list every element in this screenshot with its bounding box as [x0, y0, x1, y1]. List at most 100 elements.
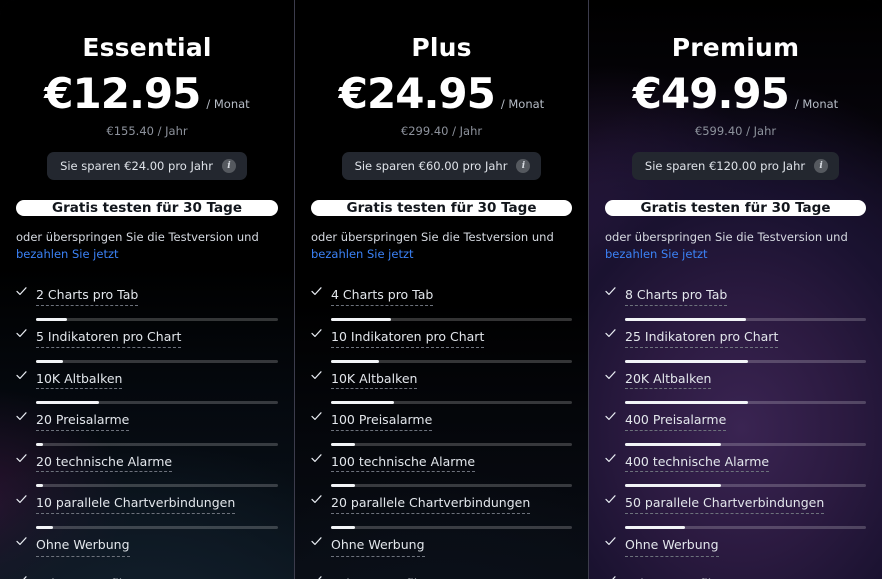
check-icon — [16, 536, 27, 552]
check-icon — [16, 453, 27, 469]
pay-now-link[interactable]: bezahlen Sie jetzt — [16, 247, 119, 261]
feature-body: Ohne Werbung — [331, 534, 572, 557]
plan-title: Plus — [411, 33, 472, 62]
plan-card-essential: Essential €12.95/ Monat €155.40 / Jahr Sie … — [0, 0, 294, 579]
check-icon — [311, 536, 322, 552]
feature-item: 100 Preisalarme — [311, 409, 572, 446]
feature-progress-track — [36, 526, 278, 530]
feature-body: Volumenprofil — [36, 573, 278, 579]
feature-list: 8 Charts pro Tab 25 Indikatoren pro Chart… — [605, 284, 866, 579]
price-row: €49.95/ Monat — [605, 73, 866, 115]
check-icon — [605, 370, 616, 386]
feature-item: 10K Altbalken — [311, 368, 572, 405]
savings-badge-wrap: Sie sparen €60.00 pro Jahr i — [311, 152, 572, 180]
skip-trial-text: oder überspringen Sie die Testversion un… — [16, 229, 278, 262]
feature-item: Volumenprofil — [311, 573, 572, 579]
savings-badge[interactable]: Sie sparen €120.00 pro Jahr i — [631, 152, 840, 180]
pay-now-link[interactable]: bezahlen Sie jetzt — [605, 247, 708, 261]
price-row: €24.95/ Monat — [311, 73, 572, 115]
feature-progress-track — [625, 526, 866, 530]
feature-body: 400 technische Alarme — [625, 451, 866, 488]
check-icon — [311, 575, 322, 579]
info-icon[interactable]: i — [516, 159, 531, 173]
feature-item: Volumenprofil — [605, 573, 866, 579]
feature-progress-fill — [36, 484, 44, 488]
feature-progress-track — [331, 317, 572, 321]
price-period: / Monat — [206, 97, 250, 111]
feature-progress-fill — [625, 484, 722, 488]
plan-card-inner: Premium €49.95/ Monat €599.40 / Jahr Sie sp… — [605, 0, 866, 579]
info-icon[interactable]: i — [814, 159, 829, 173]
feature-progress-track — [36, 359, 278, 363]
skip-trial-text: oder überspringen Sie die Testversion un… — [311, 229, 572, 262]
price-amount: €24.95 — [338, 69, 496, 118]
pay-now-link[interactable]: bezahlen Sie jetzt — [311, 247, 414, 261]
skip-trial-text: oder überspringen Sie die Testversion un… — [605, 229, 866, 262]
plan-card-inner: Plus €24.95/ Monat €299.40 / Jahr Sie spare… — [311, 0, 572, 579]
feature-item: Ohne Werbung — [16, 534, 278, 557]
feature-label: 25 Indikatoren pro Chart — [625, 329, 779, 348]
feature-progress-track — [331, 401, 572, 405]
feature-body: Volumenprofil — [331, 573, 572, 579]
feature-progress-track — [331, 442, 572, 446]
feature-progress-fill — [625, 526, 686, 530]
feature-body: 4 Charts pro Tab — [331, 284, 572, 321]
feature-progress-fill — [625, 359, 748, 363]
feature-body: 400 Preisalarme — [625, 409, 866, 446]
feature-item: 20 technische Alarme — [16, 451, 278, 488]
feature-label: 10K Altbalken — [36, 371, 123, 390]
feature-label: Ohne Werbung — [331, 537, 425, 557]
feature-body: 20K Altbalken — [625, 368, 866, 405]
feature-item: 10 parallele Chartverbindungen — [16, 492, 278, 530]
feature-progress-fill — [36, 442, 44, 446]
free-trial-button[interactable]: Gratis testen für 30 Tage — [311, 200, 572, 216]
savings-label: Sie sparen €24.00 pro Jahr — [60, 159, 213, 173]
feature-label: 400 Preisalarme — [625, 412, 727, 431]
plan-card-inner: Essential €12.95/ Monat €155.40 / Jahr Sie … — [16, 0, 278, 579]
feature-label: 5 Indikatoren pro Chart — [36, 329, 182, 348]
check-icon — [311, 411, 322, 427]
feature-progress-track — [331, 359, 572, 363]
feature-item: 5 Indikatoren pro Chart — [16, 326, 278, 363]
check-icon — [16, 494, 27, 510]
feature-progress-fill — [331, 401, 394, 405]
feature-list: 4 Charts pro Tab 10 Indikatoren pro Chart… — [311, 284, 572, 579]
feature-label: 10K Altbalken — [331, 371, 418, 390]
check-icon — [16, 286, 27, 302]
feature-label: 400 technische Alarme — [625, 454, 770, 473]
feature-progress-track — [625, 359, 866, 363]
feature-item: 100 technische Alarme — [311, 451, 572, 488]
skip-trial-prefix: oder überspringen Sie die Testversion un… — [311, 230, 554, 244]
feature-body: Volumenprofil — [625, 573, 866, 579]
feature-progress-track — [331, 484, 572, 488]
feature-progress-fill — [36, 359, 63, 363]
price-period: / Monat — [794, 97, 839, 111]
feature-item: 400 technische Alarme — [605, 451, 866, 488]
feature-item: 10 Indikatoren pro Chart — [311, 326, 572, 363]
feature-progress-track — [36, 317, 278, 321]
savings-badge[interactable]: Sie sparen €60.00 pro Jahr i — [341, 152, 542, 180]
feature-body: 25 Indikatoren pro Chart — [625, 326, 866, 363]
feature-item: 4 Charts pro Tab — [311, 284, 572, 321]
feature-label: 20 technische Alarme — [36, 454, 173, 473]
free-trial-button[interactable]: Gratis testen für 30 Tage — [605, 200, 866, 216]
check-icon — [311, 370, 322, 386]
feature-label: 100 Preisalarme — [331, 412, 433, 431]
feature-body: 20 Preisalarme — [36, 409, 278, 446]
feature-label: Ohne Werbung — [625, 537, 719, 557]
info-icon[interactable]: i — [221, 159, 236, 173]
plan-card-plus: Plus €24.95/ Monat €299.40 / Jahr Sie spare… — [294, 0, 588, 579]
check-icon — [16, 575, 27, 579]
savings-badge[interactable]: Sie sparen €24.00 pro Jahr i — [47, 152, 247, 180]
feature-item: 20K Altbalken — [605, 368, 866, 405]
check-icon — [605, 536, 616, 552]
free-trial-button[interactable]: Gratis testen für 30 Tage — [16, 200, 278, 216]
feature-progress-track — [36, 401, 278, 405]
feature-label: 2 Charts pro Tab — [36, 287, 139, 306]
feature-progress-fill — [36, 317, 68, 321]
pricing-plans-page: Essential €12.95/ Monat €155.40 / Jahr Sie … — [0, 0, 882, 579]
feature-progress-fill — [36, 401, 99, 405]
feature-body: 100 Preisalarme — [331, 409, 572, 446]
plan-card-premium: Premium €49.95/ Monat €599.40 / Jahr Sie sp… — [588, 0, 882, 579]
plan-title: Essential — [82, 33, 212, 62]
